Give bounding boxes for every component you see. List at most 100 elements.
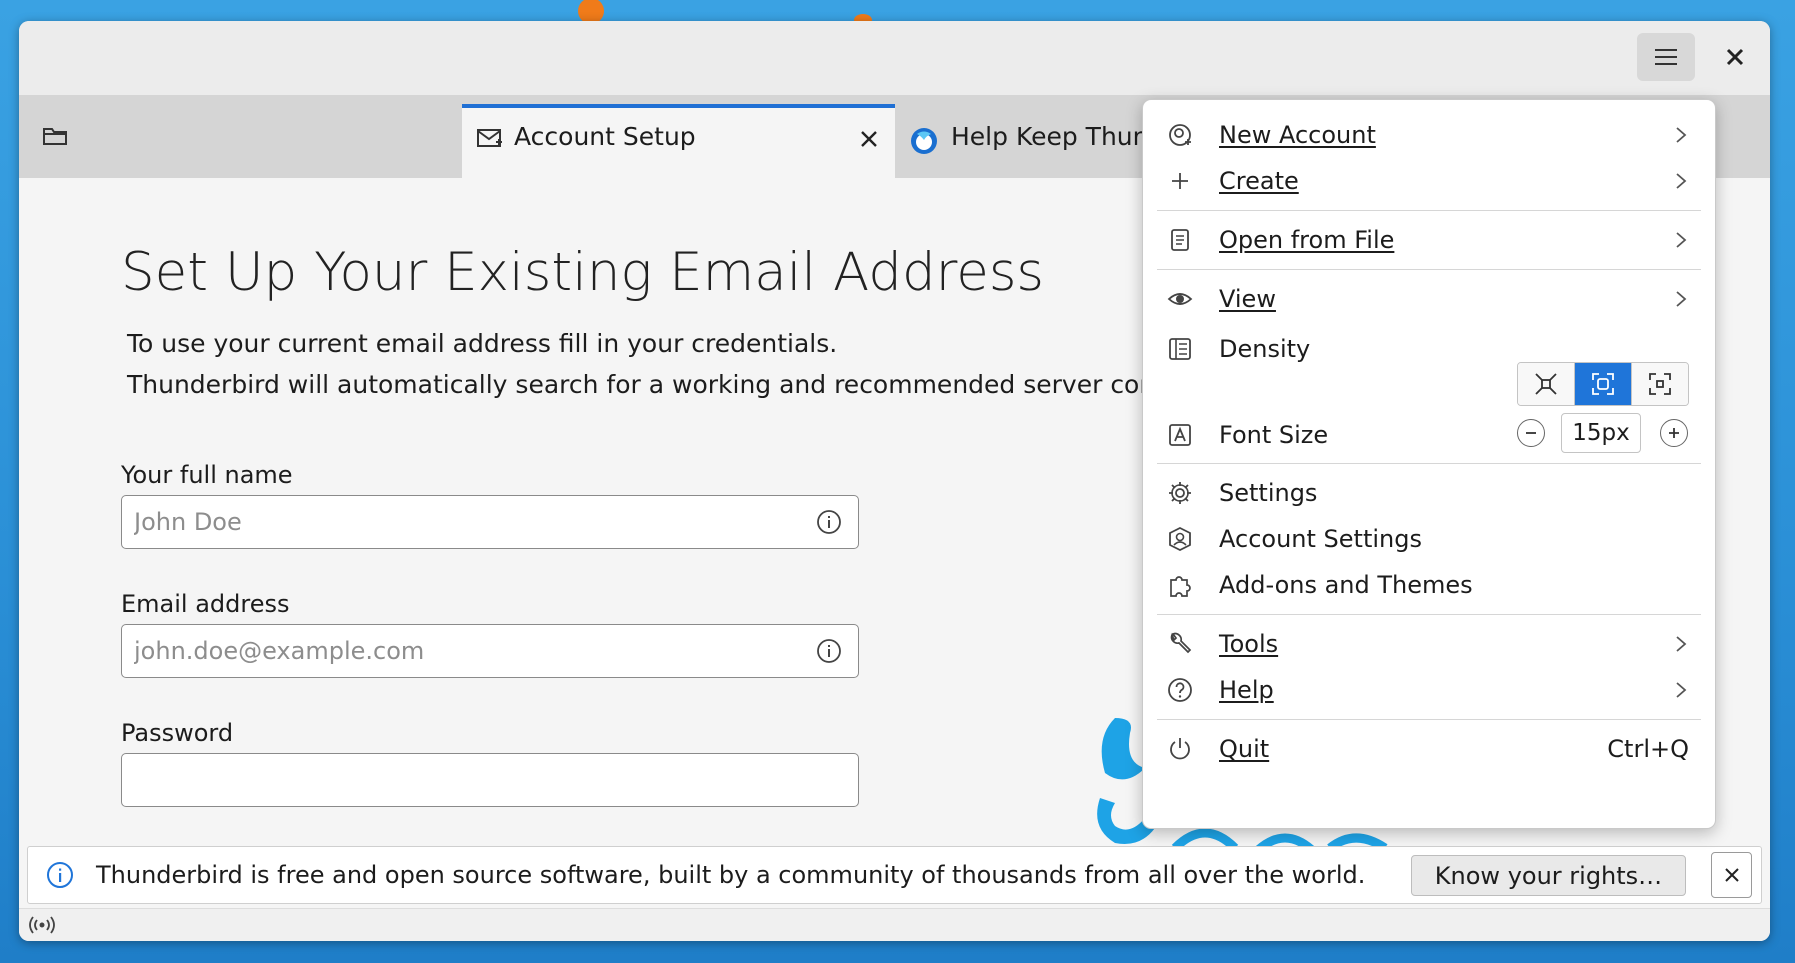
thunderbird-window: Account Setup Help Keep Thunderbird Aliv…	[19, 21, 1770, 941]
menu-separator	[1157, 719, 1701, 720]
menu-item-account-settings[interactable]: Account Settings	[1157, 515, 1701, 563]
menu-item-help[interactable]: Help	[1157, 666, 1701, 714]
density-touch-icon	[1649, 373, 1671, 395]
menu-item-label: Open from File	[1219, 226, 1395, 254]
tab-close-button[interactable]	[854, 124, 884, 154]
density-normal-button[interactable]	[1574, 363, 1631, 405]
minus-icon	[1526, 432, 1536, 434]
quit-shortcut: Ctrl+Q	[1607, 735, 1689, 763]
chevron-right-icon	[1676, 636, 1687, 652]
info-icon[interactable]	[816, 509, 842, 535]
menu-item-label: Font Size	[1219, 421, 1329, 449]
tab-label: Help Keep Thunderbird Alive	[951, 122, 1149, 151]
menu-item-label: Help	[1219, 676, 1274, 704]
power-icon	[1170, 738, 1190, 760]
menu-item-font-size: Font Size	[1157, 411, 1517, 459]
menu-item-label: Quit	[1219, 735, 1270, 763]
intro-text: To use your current email address fill i…	[127, 323, 1284, 405]
notification-close-button[interactable]	[1711, 852, 1752, 898]
help-icon	[1168, 678, 1192, 702]
menu-item-label: View	[1219, 285, 1276, 313]
font-size-decrease-button[interactable]	[1517, 419, 1545, 447]
density-touch-button[interactable]	[1631, 363, 1688, 405]
mail-setup-icon	[477, 129, 502, 147]
password-input[interactable]	[122, 754, 776, 806]
font-size-increase-button[interactable]	[1660, 419, 1688, 447]
density-toggle-group	[1517, 362, 1689, 406]
email-label: Email address	[121, 590, 290, 618]
thunderbird-logo-icon	[911, 128, 937, 154]
online-status-icon[interactable]	[27, 914, 57, 936]
menu-separator	[1157, 210, 1701, 211]
info-icon	[47, 862, 73, 888]
file-icon	[1171, 229, 1189, 251]
menu-item-open-from-file[interactable]: Open from File	[1157, 216, 1701, 264]
status-bar	[19, 908, 1770, 941]
menu-item-label: Create	[1219, 167, 1299, 195]
email-field-wrapper	[121, 624, 859, 678]
fullname-input[interactable]	[122, 496, 776, 548]
menu-item-new-account[interactable]: New Account	[1157, 111, 1701, 159]
password-field-wrapper	[121, 753, 859, 807]
know-your-rights-label: Know your rights…	[1434, 861, 1663, 890]
eye-icon	[1167, 293, 1193, 305]
chevron-right-icon	[1676, 173, 1687, 189]
folder-icon	[43, 128, 67, 145]
menu-item-label: Add-ons and Themes	[1219, 571, 1473, 599]
chevron-right-icon	[1676, 682, 1687, 698]
window-close-button[interactable]	[1715, 37, 1755, 77]
fullname-label: Your full name	[121, 461, 293, 489]
plus-icon	[1172, 173, 1188, 189]
tab-help-keep-thunderbird-alive[interactable]: Help Keep Thunderbird Alive	[909, 104, 1149, 178]
close-icon	[1724, 868, 1739, 882]
menu-item-create[interactable]: Create	[1157, 157, 1701, 205]
menu-item-label: Tools	[1219, 630, 1279, 658]
menu-item-addons-themes[interactable]: Add-ons and Themes	[1157, 561, 1701, 609]
menu-item-label: Settings	[1219, 479, 1318, 507]
close-icon	[1726, 48, 1744, 66]
new-account-icon	[1169, 124, 1191, 146]
account-settings-icon	[1169, 526, 1191, 552]
menu-item-quit[interactable]: Quit Ctrl+Q	[1157, 725, 1701, 773]
density-compact-button[interactable]	[1518, 363, 1574, 405]
puzzle-icon	[1170, 576, 1191, 597]
density-compact-icon	[1535, 373, 1557, 395]
menu-separator	[1157, 463, 1701, 464]
email-input[interactable]	[122, 625, 776, 677]
font-size-value[interactable]: 15px	[1561, 413, 1641, 453]
font-size-icon	[1169, 424, 1191, 446]
wrench-icon	[1170, 632, 1192, 654]
title-bar	[19, 21, 1770, 95]
password-label: Password	[121, 719, 234, 747]
menu-separator	[1157, 269, 1701, 270]
notification-bar: Thunderbird is free and open source soft…	[27, 846, 1762, 904]
menu-item-label: New Account	[1219, 121, 1376, 149]
fullname-field-wrapper	[121, 495, 859, 549]
page-title: Set Up Your Existing Email Address	[121, 242, 1045, 303]
chevron-right-icon	[1676, 127, 1687, 143]
gear-icon	[1169, 482, 1191, 504]
menu-item-tools[interactable]: Tools	[1157, 620, 1701, 668]
notification-text: Thunderbird is free and open source soft…	[96, 861, 1366, 889]
know-your-rights-button[interactable]: Know your rights…	[1411, 855, 1686, 896]
menu-item-label: Account Settings	[1219, 525, 1422, 553]
density-icon	[1169, 338, 1191, 360]
chevron-right-icon	[1676, 291, 1687, 307]
menu-item-label: Density	[1219, 335, 1311, 363]
intro-line: Thunderbird will automatically search fo…	[127, 370, 1285, 399]
menu-separator	[1157, 614, 1701, 615]
close-icon	[861, 131, 877, 147]
menu-item-density: Density	[1157, 325, 1517, 373]
menu-item-view[interactable]: View	[1157, 275, 1701, 323]
density-normal-icon	[1592, 373, 1614, 395]
info-icon[interactable]	[816, 638, 842, 664]
plus-icon	[1669, 428, 1679, 438]
hamburger-icon	[1655, 49, 1677, 65]
app-menu-button[interactable]	[1637, 33, 1695, 81]
app-menu-panel: New Account Create Open from File View D…	[1142, 99, 1716, 829]
tab-account-setup[interactable]: Account Setup	[462, 104, 895, 178]
folder-pane-button[interactable]	[37, 119, 73, 153]
chevron-right-icon	[1676, 232, 1687, 248]
tab-label: Account Setup	[514, 122, 696, 151]
menu-item-settings[interactable]: Settings	[1157, 469, 1701, 517]
